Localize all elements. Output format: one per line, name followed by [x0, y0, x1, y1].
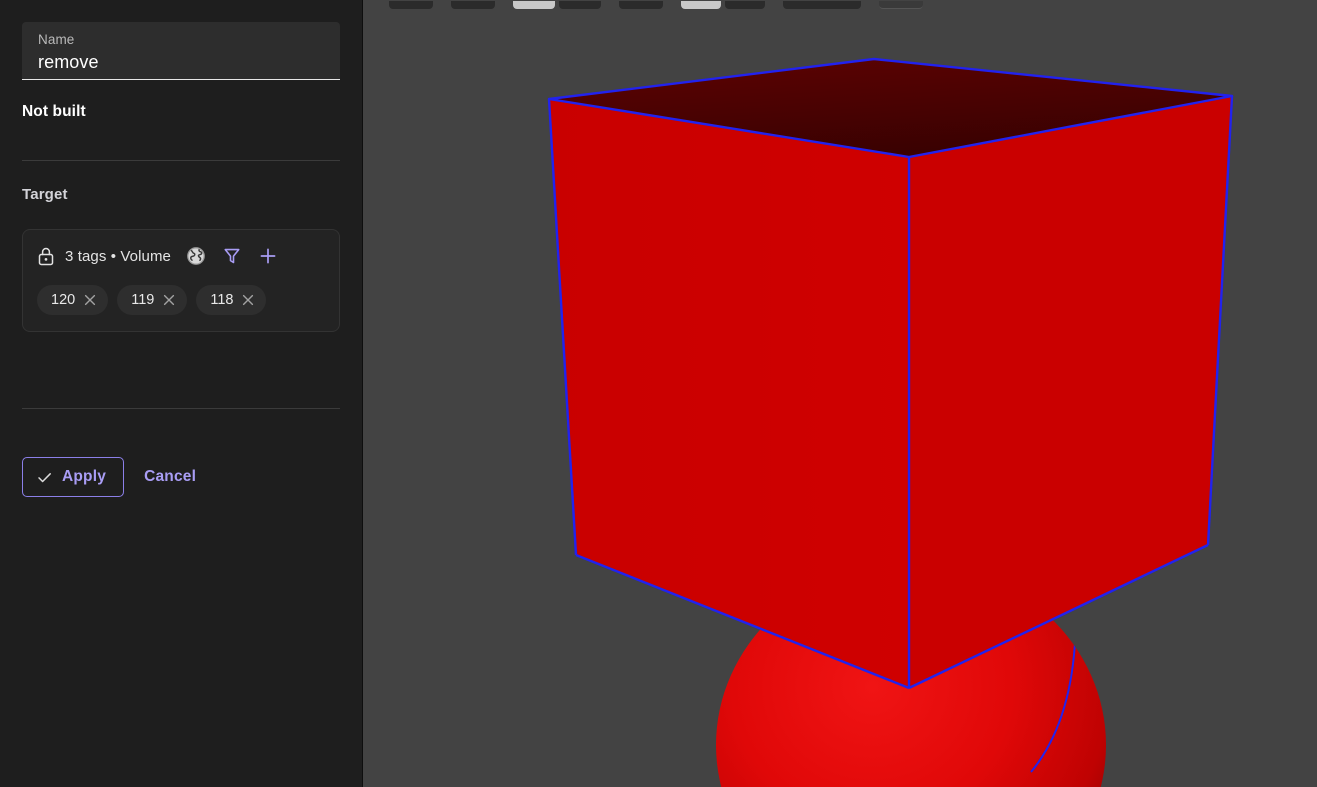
tags-header-row: 3 tags • Volume: [37, 244, 325, 268]
toolbar-group-2: [513, 1, 601, 9]
tags-header-actions: [185, 245, 279, 267]
lock-icon: [37, 246, 55, 266]
toolbar-button-3[interactable]: [513, 1, 555, 9]
3d-scene-canvas[interactable]: [363, 0, 1317, 787]
tag-chip-label: 119: [131, 292, 155, 308]
target-card: 3 tags • Volume 120 119 118: [22, 229, 340, 332]
application-window: Name remove Not built Target 3 tags • Vo…: [0, 0, 1317, 787]
apply-button[interactable]: Apply: [22, 457, 125, 497]
name-input[interactable]: remove: [38, 50, 324, 74]
toolbar-button-2[interactable]: [451, 1, 495, 9]
toolbar-button-6[interactable]: [681, 1, 721, 9]
section-divider-2: [22, 408, 340, 409]
tag-chip[interactable]: 119: [117, 285, 188, 315]
tag-chip-list: 120 119 118: [37, 285, 325, 315]
cancel-button[interactable]: Cancel: [140, 462, 200, 492]
section-divider-1: [22, 160, 340, 161]
close-icon[interactable]: [162, 293, 176, 307]
tag-chip-label: 120: [51, 292, 76, 308]
build-status-text: Not built: [22, 103, 86, 120]
tag-chip[interactable]: 118: [196, 285, 267, 315]
close-icon[interactable]: [241, 293, 255, 307]
name-field-label: Name: [38, 32, 75, 47]
toolbar-button-9[interactable]: [879, 1, 923, 9]
toolbar-button-4[interactable]: [559, 1, 601, 9]
toolbar-button-7[interactable]: [725, 1, 765, 9]
tags-summary-label: 3 tags • Volume: [65, 247, 171, 265]
viewport-toolbar: [363, 0, 1317, 9]
globe-icon[interactable]: [185, 245, 207, 267]
sidebar-content: Name remove Not built Target 3 tags • Vo…: [0, 0, 362, 497]
target-section-title: Target: [22, 186, 68, 203]
cube-mesh[interactable]: [547, 57, 1234, 690]
tag-chip[interactable]: 120: [37, 285, 109, 315]
check-icon: [36, 469, 53, 486]
toolbar-group-1: [389, 1, 495, 9]
toolbar-button-5[interactable]: [619, 1, 663, 9]
close-icon[interactable]: [83, 293, 97, 307]
3d-viewport[interactable]: [363, 0, 1317, 787]
tag-chip-label: 118: [210, 292, 234, 308]
properties-sidebar: Name remove Not built Target 3 tags • Vo…: [0, 0, 363, 787]
filter-icon[interactable]: [221, 245, 243, 267]
plus-icon[interactable]: [257, 245, 279, 267]
toolbar-group-3: [681, 1, 765, 9]
apply-button-label: Apply: [62, 468, 107, 485]
name-input-field[interactable]: Name remove: [22, 22, 340, 80]
toolbar-button-8[interactable]: [783, 1, 861, 9]
toolbar-button-1[interactable]: [389, 1, 433, 9]
action-row: Apply Cancel: [22, 457, 340, 497]
